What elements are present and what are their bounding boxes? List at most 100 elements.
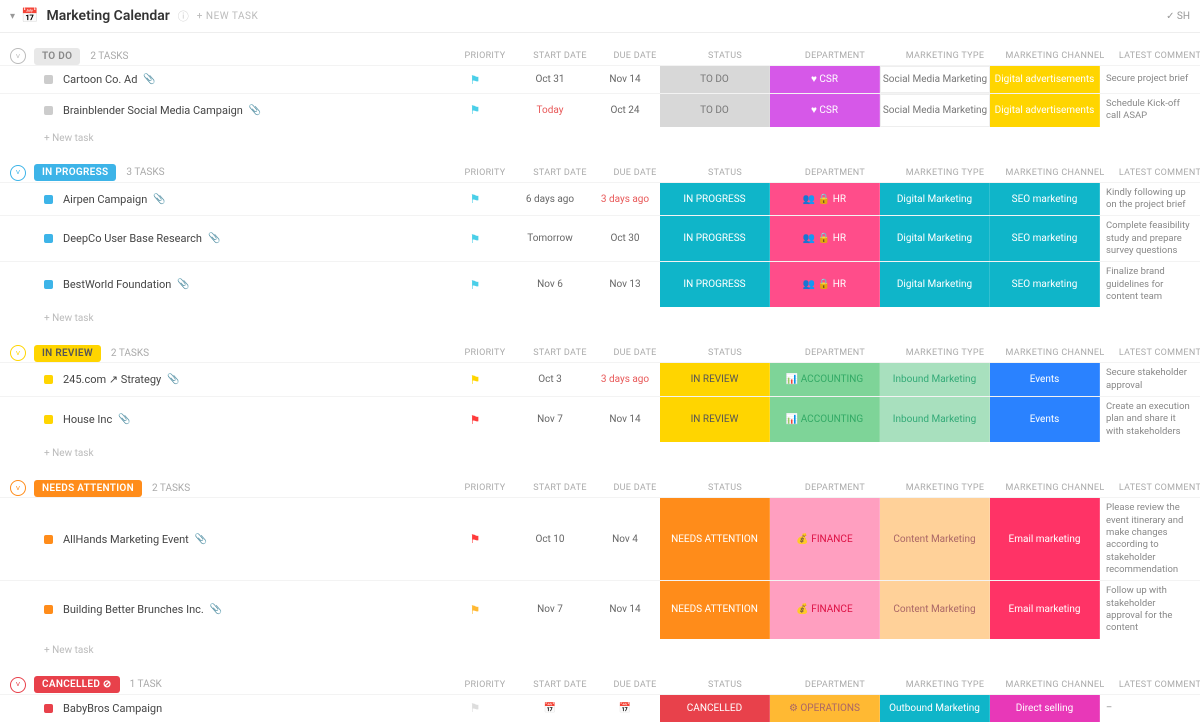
task-name-label[interactable]: DeepCo User Base Research (63, 232, 202, 245)
collapse-icon[interactable]: ˅ (10, 677, 26, 693)
status-pill[interactable]: IN PROGRESS (660, 183, 770, 216)
marketing-channel-pill[interactable]: Email marketing (990, 581, 1100, 638)
collapse-icon[interactable]: ˅ (10, 345, 26, 361)
task-name-label[interactable]: House Inc (63, 413, 112, 426)
task-row[interactable]: 245.com ↗ Strategy📎⚑Oct 33 days agoIN RE… (0, 362, 1200, 396)
status-pill[interactable]: TO DO (660, 66, 770, 93)
chevron-down-icon[interactable]: ▾ (10, 11, 15, 22)
due-date[interactable]: Oct 30 (590, 216, 660, 261)
marketing-type-pill[interactable]: Outbound Marketing (880, 695, 990, 722)
priority-flag-icon[interactable]: ⚑ (440, 66, 510, 93)
marketing-channel-pill[interactable]: Email marketing (990, 498, 1100, 580)
attachment-icon[interactable]: 📎 (249, 105, 261, 116)
task-name-label[interactable]: Cartoon Co. Ad (63, 73, 137, 86)
marketing-type-pill[interactable]: Digital Marketing (880, 262, 990, 307)
new-task-row[interactable]: + New task (0, 307, 1200, 330)
attachment-icon[interactable]: 📎 (210, 604, 222, 615)
priority-flag-icon[interactable]: ⚑ (440, 262, 510, 307)
department-pill[interactable]: ♥ CSR (770, 66, 880, 93)
marketing-type-pill[interactable]: Digital Marketing (880, 216, 990, 261)
priority-flag-icon[interactable]: ⚑ (440, 363, 510, 396)
department-pill[interactable]: 📊 ACCOUNTING (770, 397, 880, 442)
task-row[interactable]: BestWorld Foundation📎⚑Nov 6Nov 13IN PROG… (0, 261, 1200, 307)
priority-flag-icon[interactable]: ⚑ (440, 498, 510, 580)
department-pill[interactable]: 👥 🔒 HR (770, 216, 880, 261)
marketing-channel-pill[interactable]: Digital advertisements (990, 94, 1100, 127)
marketing-channel-pill[interactable]: SEO marketing (990, 262, 1100, 307)
marketing-type-pill[interactable]: Content Marketing (880, 498, 990, 580)
task-row[interactable]: Cartoon Co. Ad 📎 ⚑Oct 31Nov 14TO DO♥ CSRSo… (0, 65, 1200, 93)
attachment-icon[interactable]: 📎 (143, 74, 155, 85)
task-name-label[interactable]: Building Better Brunches Inc. (63, 603, 204, 616)
marketing-type-pill[interactable]: Inbound Marketing (880, 397, 990, 442)
due-date[interactable]: 3 days ago (590, 183, 660, 216)
task-row[interactable]: Building Better Brunches Inc.📎⚑Nov 7Nov … (0, 580, 1200, 638)
status-badge[interactable]: TO DO (34, 48, 80, 65)
status-badge[interactable]: IN PROGRESS (34, 164, 116, 181)
status-square-icon[interactable] (44, 234, 53, 243)
header-right[interactable]: ✓ SH (1166, 11, 1190, 22)
priority-flag-icon[interactable]: ⚑ (440, 216, 510, 261)
marketing-type-pill[interactable]: Social Media Marketing (880, 66, 990, 93)
info-icon[interactable]: ⓘ (178, 8, 189, 24)
priority-flag-icon[interactable]: ⚑ (440, 94, 510, 127)
start-date[interactable]: Nov 7 (510, 397, 590, 442)
due-date[interactable]: Nov 4 (590, 498, 660, 580)
task-name-label[interactable]: Brainblender Social Media Campaign (63, 104, 243, 117)
task-row[interactable]: BabyBros Campaign⚑📅📅CANCELLED⚙ OPERATION… (0, 694, 1200, 722)
due-date[interactable]: Nov 14 (590, 397, 660, 442)
department-pill[interactable]: 💰 FINANCE (770, 581, 880, 638)
marketing-channel-pill[interactable]: Events (990, 363, 1100, 396)
start-date[interactable]: 6 days ago (510, 183, 590, 216)
attachment-icon[interactable]: 📎 (118, 414, 130, 425)
marketing-channel-pill[interactable]: Digital advertisements (990, 66, 1100, 93)
marketing-channel-pill[interactable]: Events (990, 397, 1100, 442)
new-task-button[interactable]: + NEW TASK (197, 11, 258, 22)
due-date[interactable]: Nov 13 (590, 262, 660, 307)
attachment-icon[interactable]: 📎 (153, 194, 165, 205)
status-badge[interactable]: NEEDS ATTENTION (34, 480, 142, 497)
collapse-icon[interactable]: ˅ (10, 48, 26, 64)
status-badge[interactable]: IN REVIEW (34, 345, 101, 362)
marketing-channel-pill[interactable]: SEO marketing (990, 216, 1100, 261)
task-name-label[interactable]: BestWorld Foundation (63, 278, 171, 291)
status-badge[interactable]: CANCELLED ⊘ (34, 676, 120, 693)
task-row[interactable]: AllHands Marketing Event📎⚑Oct 10Nov 4NEE… (0, 497, 1200, 580)
due-date[interactable]: Nov 14 (590, 66, 660, 93)
start-date[interactable]: Nov 6 (510, 262, 590, 307)
department-pill[interactable]: 👥 🔒 HR (770, 262, 880, 307)
department-pill[interactable]: 📊 ACCOUNTING (770, 363, 880, 396)
status-pill[interactable]: CANCELLED (660, 695, 770, 722)
marketing-type-pill[interactable]: Inbound Marketing (880, 363, 990, 396)
marketing-channel-pill[interactable]: Direct selling (990, 695, 1100, 722)
status-pill[interactable]: TO DO (660, 94, 770, 127)
start-date[interactable]: Oct 31 (510, 66, 590, 93)
attachment-icon[interactable]: 📎 (208, 233, 220, 244)
status-square-icon[interactable] (44, 106, 53, 115)
status-square-icon[interactable] (44, 605, 53, 614)
priority-flag-icon[interactable]: ⚑ (440, 397, 510, 442)
due-date[interactable]: 3 days ago (590, 363, 660, 396)
start-date[interactable]: Oct 3 (510, 363, 590, 396)
status-pill[interactable]: IN REVIEW (660, 363, 770, 396)
task-row[interactable]: Airpen Campaign 📎 ⚑6 days ago3 days agoIN … (0, 182, 1200, 216)
start-date[interactable]: Tomorrow (510, 216, 590, 261)
collapse-icon[interactable]: ˅ (10, 165, 26, 181)
task-name-label[interactable]: Airpen Campaign (63, 193, 147, 206)
attachment-icon[interactable]: 📎 (177, 279, 189, 290)
status-pill[interactable]: IN REVIEW (660, 397, 770, 442)
department-pill[interactable]: 👥 🔒 HR (770, 183, 880, 216)
marketing-type-pill[interactable]: Social Media Marketing (880, 94, 990, 127)
start-date[interactable]: Today (510, 94, 590, 127)
task-row[interactable]: DeepCo User Base Research 📎 ⚑TomorrowOct 3… (0, 215, 1200, 261)
department-pill[interactable]: 💰 FINANCE (770, 498, 880, 580)
new-task-row[interactable]: + New task (0, 127, 1200, 150)
attachment-icon[interactable]: 📎 (167, 374, 179, 385)
status-pill[interactable]: NEEDS ATTENTION (660, 581, 770, 638)
priority-flag-icon[interactable]: ⚑ (440, 183, 510, 216)
status-square-icon[interactable] (44, 280, 53, 289)
due-date[interactable]: Oct 24 (590, 94, 660, 127)
start-date[interactable]: Oct 10 (510, 498, 590, 580)
status-pill[interactable]: NEEDS ATTENTION (660, 498, 770, 580)
task-name-label[interactable]: AllHands Marketing Event (63, 533, 189, 546)
